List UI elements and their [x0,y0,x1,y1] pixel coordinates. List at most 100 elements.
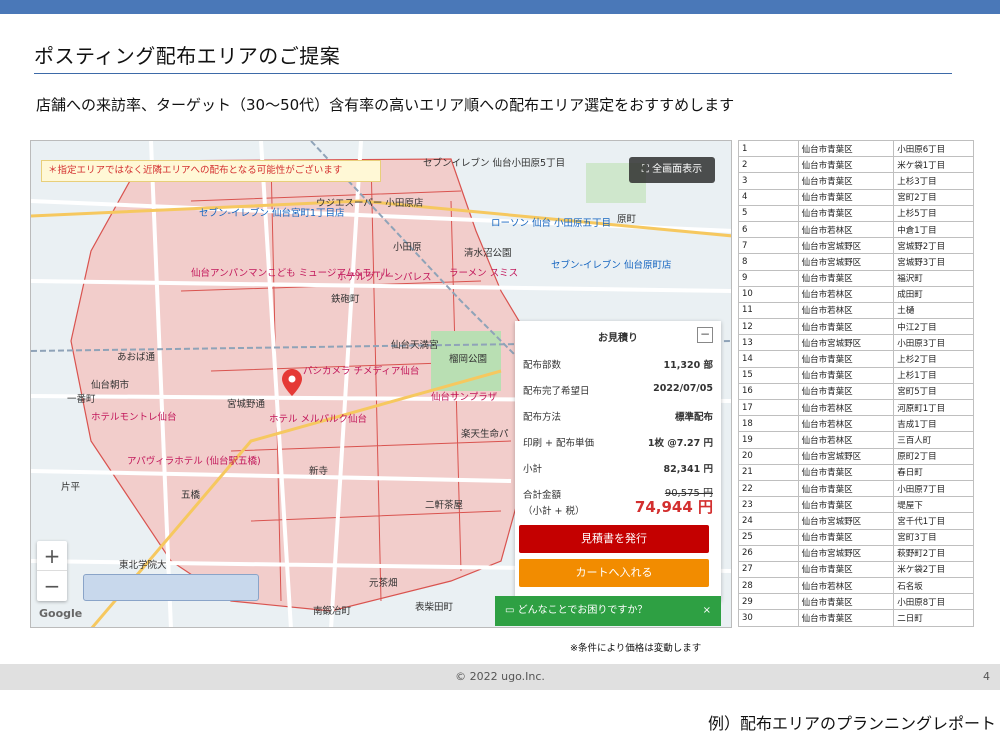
table-row: 7 仙台市宮城野区 宮城野2丁目 [738,237,974,255]
table-row: 13 仙台市宮城野区 小田原3丁目 [738,334,974,352]
map-warning: ＊指定エリアではなく近隣エリアへの配布となる可能性がございます [41,160,381,182]
map-label: 榴岡公園 [449,354,488,365]
area-cell: 春日町 [893,463,974,481]
row-number: 18 [738,415,799,433]
ward-cell: 仙台市若林区 [797,220,895,239]
area-cell: 宮千代1丁目 [893,512,974,530]
map-label: 元茶畑 [369,578,398,589]
ward-cell: 仙台市青葉区 [797,350,895,368]
fullscreen-button[interactable]: ⛶ 全画面表示 [629,157,715,183]
table-row: 2 仙台市青葉区 米ケ袋1丁目 [738,156,974,174]
row-number: 24 [738,512,799,530]
map-label: 仙台朝市 [91,380,130,391]
area-cell: 河原町1丁目 [893,398,974,417]
row-number: 22 [738,479,799,498]
ward-cell: 仙台市若林区 [797,301,895,320]
area-cell: 小田原8丁目 [893,593,974,611]
area-cell: 小田原3丁目 [893,334,974,352]
page-title: ポスティング配布エリアのご提案 [34,44,341,68]
map-label: セブン-イレブン 仙台原町店 [551,260,672,271]
map-label: 五橋 [181,490,201,501]
area-cell: 宮城野3丁目 [893,253,974,271]
row-number: 29 [738,593,799,611]
row-number: 4 [738,188,799,206]
quote-row: 印刷 + 配布単価 1枚 @7.27 円 [523,435,713,449]
table-row: 20 仙台市宮城野区 原町2丁目 [738,447,974,465]
quote-title: お見積り [598,333,638,344]
issue-quote-button[interactable]: 見積書を発行 [519,525,709,553]
table-row: 26 仙台市宮城野区 萩野町2丁目 [738,544,974,562]
map-label: 東北学院大 [119,560,167,571]
table-row: 16 仙台市青葉区 宮町5丁目 [738,382,974,401]
ward-cell: 仙台市青葉区 [797,479,895,498]
row-number: 14 [738,350,799,368]
add-to-cart-button[interactable]: カートへ入れる [519,559,709,587]
table-row: 8 仙台市宮城野区 宮城野3丁目 [738,253,974,271]
area-cell: 上杉2丁目 [893,350,974,368]
map-label: 二軒茶屋 [425,500,464,511]
page-subtitle: 店舗への来訪率、ターゲット（30〜50代）含有率の高いエリア順への配布エリア選定… [36,96,735,114]
quote-label: 配布完了希望日 [523,386,590,397]
area-cell: 土樋 [893,301,974,320]
table-row: 15 仙台市青葉区 上杉1丁目 [738,366,974,384]
title-divider [34,73,952,74]
quote-row: 配布完了希望日 2022/07/05 [523,383,713,397]
row-number: 3 [738,172,799,190]
table-row: 6 仙台市若林区 中倉1丁目 [738,220,974,239]
table-row: 19 仙台市若林区 三百人町 [738,431,974,449]
ward-cell: 仙台市青葉区 [797,139,895,158]
zoom-in-button[interactable]: + [37,541,67,571]
table-row: 27 仙台市青葉区 米ケ袋2丁目 [738,560,974,579]
area-cell: 上杉5丁目 [893,204,974,222]
area-cell: 宮城野2丁目 [893,237,974,255]
area-cell: 米ケ袋2丁目 [893,560,974,579]
area-cell: 小田原6丁目 [893,139,974,158]
row-number: 26 [738,544,799,562]
ward-cell: 仙台市青葉区 [797,463,895,481]
area-cell: 上杉1丁目 [893,366,974,384]
row-number: 28 [738,577,799,595]
map-label: 小田原 [393,242,422,253]
quote-label: 配布方法 [523,412,562,423]
footer-bar: © 2022 ugo.Inc. 4 [0,664,1000,690]
row-number: 6 [738,220,799,239]
ward-cell: 仙台市青葉区 [797,188,895,206]
area-cell: 米ケ袋1丁目 [893,156,974,174]
ward-cell: 仙台市青葉区 [797,593,895,611]
row-number: 21 [738,463,799,481]
area-cell: 石名坂 [893,577,974,595]
row-number: 23 [738,496,799,514]
table-row: 10 仙台市若林区 成田町 [738,285,974,303]
zoom-out-button[interactable]: − [37,571,67,601]
quote-value: 2022/07/05 [653,383,713,394]
ward-cell: 仙台市青葉区 [797,609,895,627]
map-label: ホテルモントレ仙台 [91,412,177,423]
quote-label: 小計 [523,464,543,475]
table-row: 12 仙台市青葉区 中江2丁目 [738,318,974,336]
map-label: ローソン 仙台 小田原五丁目 [491,218,612,229]
map-label: 鉄砲町 [331,294,360,305]
chat-icon: ▭ [505,605,518,616]
ward-cell: 仙台市青葉区 [797,172,895,190]
map-view[interactable]: セブンイレブン 仙台小田原5丁目 ウジエスーパー 小田原店 小田原 清水沼公園 … [30,140,732,628]
row-number: 19 [738,431,799,449]
minimize-button[interactable]: − [697,327,713,343]
help-chat-bar[interactable]: ▭ どんなことでお困りですか？ × [495,596,721,626]
ward-cell: 仙台市宮城野区 [797,512,895,530]
row-number: 10 [738,285,799,303]
area-table-body: 1 仙台市青葉区 小田原6丁目 2 仙台市青葉区 米ケ袋1丁目 3 仙台市青葉区 上杉3丁目 4 仙… [738,139,974,627]
area-cell: 宮町5丁目 [893,382,974,401]
ward-cell: 仙台市宮城野区 [797,544,895,562]
google-logo: Google [39,607,83,620]
ward-cell: 仙台市青葉区 [797,528,895,546]
map-label: 一番町 [67,394,96,405]
row-number: 17 [738,398,799,417]
close-icon[interactable]: × [703,596,711,626]
table-row: 1 仙台市青葉区 小田原6丁目 [738,139,974,158]
ward-cell: 仙台市青葉区 [797,204,895,222]
row-number: 2 [738,156,799,174]
ward-cell: 仙台市若林区 [797,285,895,303]
address-box[interactable] [83,574,259,601]
area-cell: 上杉3丁目 [893,172,974,190]
row-number: 12 [738,318,799,336]
